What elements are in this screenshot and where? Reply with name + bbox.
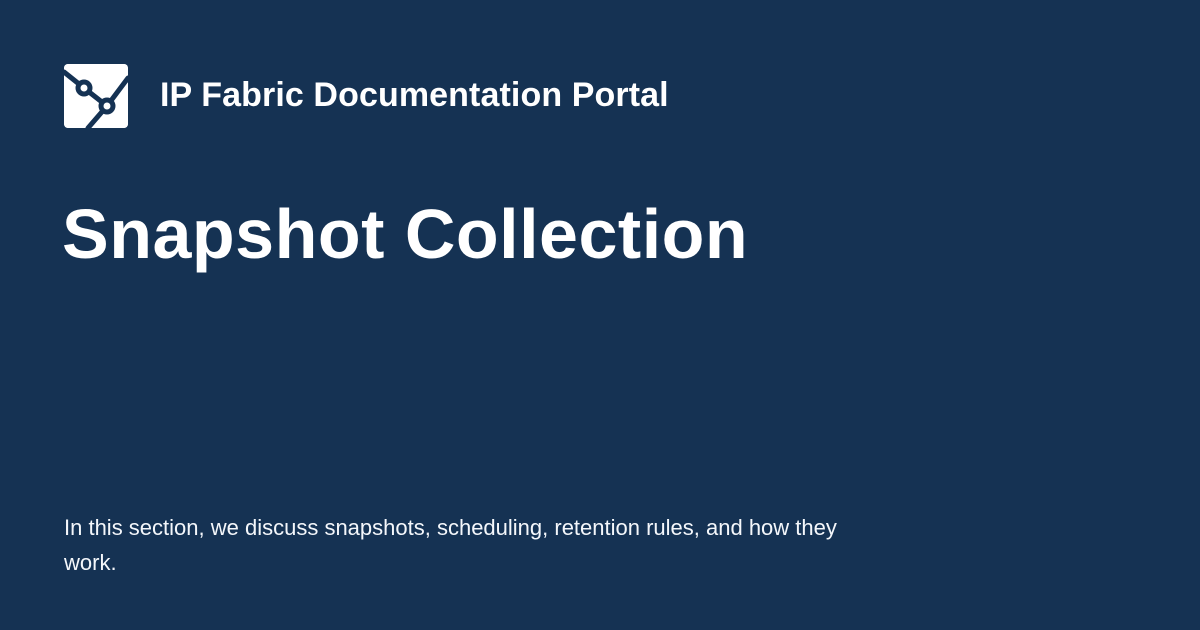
site-name: IP Fabric Documentation Portal [160,76,669,114]
page-description: In this section, we discuss snapshots, s… [64,515,837,575]
ip-fabric-logo-icon [64,64,128,128]
social-card: IP Fabric Documentation Portal Snapshot … [0,0,1200,630]
page-title: Snapshot Collection [62,195,749,273]
